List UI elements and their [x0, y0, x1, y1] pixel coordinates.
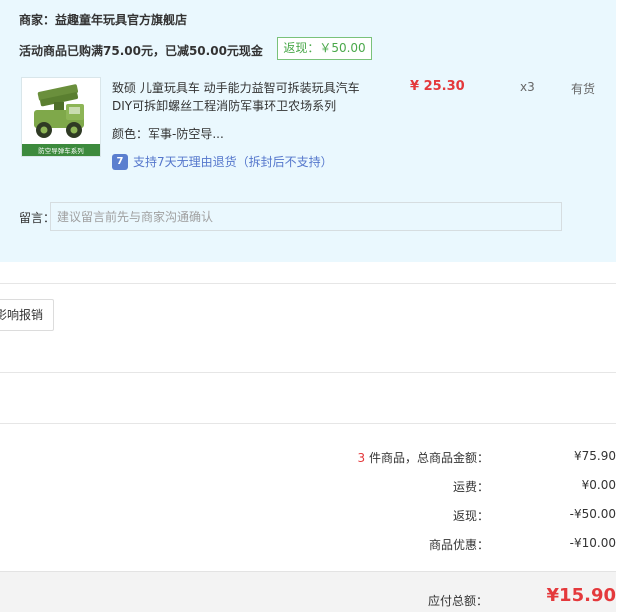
goods-total-value: ¥75.90	[574, 449, 616, 463]
divider	[0, 372, 616, 373]
product-title[interactable]: 致硕 儿童玩具车 动手能力益智可拆装玩具汽车 DIY可拆卸螺丝工程消防军事环卫农…	[112, 79, 367, 115]
toy-truck-image: 防空导弹车系列	[22, 78, 100, 156]
promo-text: 活动商品已购满75.00元，已减50.00元现金	[19, 44, 263, 58]
invoice-button[interactable]: 影响报销	[0, 299, 54, 331]
discount-row: 商品优惠： -¥10.00	[300, 536, 616, 556]
shop-name[interactable]: 商家：益趣童年玩具官方旗舰店	[19, 11, 187, 28]
goods-total-row: 3 件商品，总商品金额： ¥75.90	[300, 449, 616, 469]
goods-total-label: 3 件商品，总商品金额：	[358, 449, 489, 466]
shipping-label: 运费：	[452, 480, 489, 494]
stock-status: 有货	[571, 82, 596, 96]
product-color: 颜色：军事-防空导...	[112, 127, 224, 141]
shipping-value: ¥0.00	[581, 478, 616, 492]
return-policy-text: 支持7天无理由退货（拆封后不支持）	[133, 155, 333, 169]
image-caption: 防空导弹车系列	[38, 146, 84, 155]
payable-total-bar: 应付总额： ¥15.90	[0, 571, 616, 612]
product-quantity: x3	[520, 80, 535, 94]
product-thumbnail[interactable]: 防空导弹车系列	[21, 77, 101, 157]
payable-value: ¥15.90	[546, 585, 616, 606]
payable-label: 应付总额：	[427, 594, 488, 608]
product-price: ¥ 25.30	[410, 79, 465, 94]
return-policy: 7 支持7天无理由退货（拆封后不支持）	[112, 153, 333, 171]
discount-label: 商品优惠：	[428, 538, 489, 552]
divider	[0, 283, 616, 284]
cashback-label: 返现：	[452, 509, 489, 523]
item-count-suffix: 件商品，总商品金额：	[365, 451, 489, 465]
discount-value: -¥10.00	[569, 536, 616, 550]
shop-order-block: 商家：益趣童年玩具官方旗舰店 活动商品已购满75.00元，已减50.00元现金 …	[0, 0, 616, 262]
seller-note-input[interactable]	[50, 202, 562, 231]
shipping-row: 运费： ¥0.00	[300, 478, 616, 498]
divider	[0, 423, 616, 424]
cashback-row: 返现： -¥50.00	[300, 507, 616, 527]
cashback-value: -¥50.00	[569, 507, 616, 521]
return-policy-icon: 7	[112, 153, 128, 170]
promo-badge: 返现：￥50.00	[277, 37, 372, 60]
